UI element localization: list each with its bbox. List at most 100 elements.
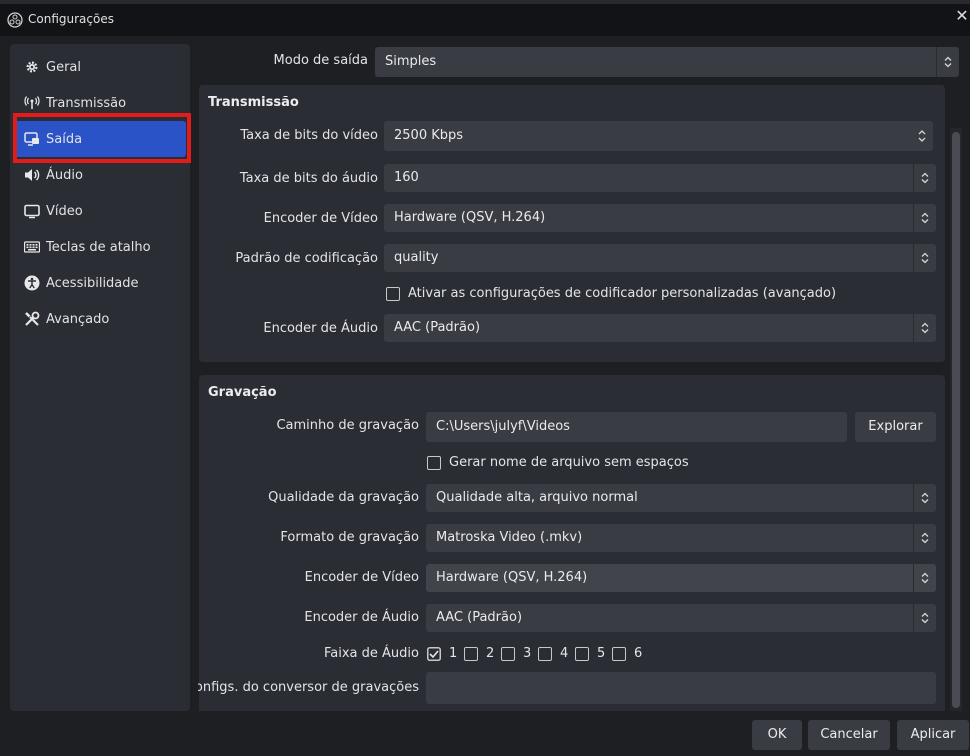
rec-audio-encoder-select[interactable]: AAC (Padrão) bbox=[426, 604, 936, 632]
audio-track-4-label: 4 bbox=[560, 646, 569, 661]
ok-button[interactable]: OK bbox=[752, 720, 802, 750]
chevron-updown-icon bbox=[913, 164, 936, 192]
audio-track-5-checkbox[interactable] bbox=[575, 647, 589, 661]
speaker-icon bbox=[24, 167, 40, 183]
title-bar: Configurações ✕ bbox=[0, 0, 970, 36]
sidebar-item-avancado[interactable]: Avançado bbox=[14, 301, 186, 337]
settings-content: Modo de saída Simples Transmissão Taxa d… bbox=[198, 44, 962, 711]
no-spaces-checkbox[interactable] bbox=[427, 456, 441, 470]
custom-encoder-label: Ativar as configurações de codificador p… bbox=[408, 286, 837, 301]
gear-icon bbox=[24, 59, 40, 75]
sidebar-item-label: Teclas de atalho bbox=[46, 239, 151, 255]
rec-audio-encoder-value: AAC (Padrão) bbox=[436, 610, 523, 625]
audio-track-5-label: 5 bbox=[597, 646, 606, 661]
encoder-preset-label: Padrão de codificação bbox=[235, 251, 378, 266]
chevron-updown-icon bbox=[913, 604, 936, 632]
sidebar-item-label: Transmissão bbox=[46, 95, 127, 111]
sidebar-item-video[interactable]: Vídeo bbox=[14, 193, 186, 229]
stream-audio-encoder-label: Encoder de Áudio bbox=[263, 321, 378, 336]
stream-audio-encoder-value: AAC (Padrão) bbox=[394, 320, 481, 335]
recording-quality-select[interactable]: Qualidade alta, arquivo normal bbox=[426, 484, 936, 512]
output-mode-select[interactable]: Simples bbox=[375, 47, 959, 77]
chevron-updown-icon bbox=[913, 484, 936, 512]
recording-path-input[interactable]: C:\Users\julyf\Videos bbox=[426, 412, 847, 442]
recording-path-value: C:\Users\julyf\Videos bbox=[436, 419, 570, 434]
audio-track-3-checkbox[interactable] bbox=[501, 647, 515, 661]
sidebar-item-transmissao[interactable]: Transmissão bbox=[14, 85, 186, 121]
encoder-preset-value: quality bbox=[394, 250, 439, 265]
audio-track-1-checkbox[interactable] bbox=[427, 647, 441, 661]
chevron-updown-icon bbox=[913, 564, 936, 592]
sidebar-item-label: Saída bbox=[46, 131, 83, 147]
tools-icon bbox=[24, 311, 40, 327]
stream-video-encoder-select[interactable]: Hardware (QSV, H.264) bbox=[384, 204, 936, 232]
rec-video-encoder-label: Encoder de Vídeo bbox=[304, 570, 419, 585]
sidebar-item-acessibilidade[interactable]: Acessibilidade bbox=[14, 265, 186, 301]
audio-bitrate-select[interactable]: 160 bbox=[384, 164, 936, 192]
chevron-updown-icon bbox=[913, 314, 936, 342]
stream-video-encoder-label: Encoder de Vídeo bbox=[263, 211, 378, 226]
audio-track-3-label: 3 bbox=[523, 646, 532, 661]
rec-video-encoder-select[interactable]: Hardware (QSV, H.264) bbox=[426, 564, 936, 592]
sidebar-item-audio[interactable]: Áudio bbox=[14, 157, 186, 193]
stream-audio-encoder-select[interactable]: AAC (Padrão) bbox=[384, 314, 936, 342]
window-title: Configurações bbox=[28, 12, 114, 26]
sidebar-item-label: Vídeo bbox=[46, 203, 83, 219]
streaming-panel: Transmissão Taxa de bits do vídeo 2500 K… bbox=[199, 85, 945, 362]
audio-bitrate-value: 160 bbox=[394, 170, 419, 185]
video-bitrate-value: 2500 Kbps bbox=[394, 128, 464, 143]
stream-video-encoder-value: Hardware (QSV, H.264) bbox=[394, 210, 546, 225]
recording-format-select[interactable]: Matroska Video (.mkv) bbox=[426, 524, 936, 552]
sidebar-item-geral[interactable]: Geral bbox=[14, 49, 186, 85]
no-spaces-label: Gerar nome de arquivo sem espaços bbox=[449, 455, 689, 470]
keyboard-icon bbox=[24, 239, 40, 255]
sidebar-item-label: Acessibilidade bbox=[46, 275, 139, 291]
chevron-updown-icon bbox=[936, 47, 959, 77]
chevron-updown-icon bbox=[913, 524, 936, 552]
browse-button[interactable]: Explorar bbox=[855, 412, 936, 442]
sidebar-item-label: Geral bbox=[46, 59, 81, 75]
video-bitrate-label: Taxa de bits do vídeo bbox=[240, 128, 378, 143]
custom-encoder-checkbox[interactable] bbox=[386, 287, 400, 301]
spin-arrows-icon[interactable] bbox=[911, 121, 933, 151]
remux-input[interactable] bbox=[426, 672, 936, 704]
sidebar-item-saida[interactable]: Saída bbox=[14, 121, 186, 157]
output-mode-value: Simples bbox=[385, 54, 437, 69]
recording-format-value: Matroska Video (.mkv) bbox=[436, 530, 583, 545]
audio-track-label: Faixa de Áudio bbox=[324, 646, 419, 661]
chevron-updown-icon bbox=[913, 244, 936, 272]
output-icon bbox=[24, 131, 40, 147]
cancel-button[interactable]: Cancelar bbox=[808, 720, 890, 750]
checkmark-icon bbox=[427, 647, 441, 661]
rec-video-encoder-value: Hardware (QSV, H.264) bbox=[436, 570, 588, 585]
sidebar-item-teclas-de-atalho[interactable]: Teclas de atalho bbox=[14, 229, 186, 265]
recording-quality-label: Qualidade da gravação bbox=[268, 490, 419, 505]
video-bitrate-spinbox[interactable]: 2500 Kbps bbox=[384, 121, 933, 151]
recording-quality-value: Qualidade alta, arquivo normal bbox=[436, 490, 638, 505]
remux-label: Configs. do conversor de gravações bbox=[198, 680, 419, 695]
audio-track-1-label: 1 bbox=[449, 646, 458, 661]
output-mode-label: Modo de saída bbox=[273, 53, 368, 68]
settings-sidebar: Geral Transmissão Saída Áudio Vídeo Tecl… bbox=[10, 44, 190, 711]
accessibility-icon bbox=[24, 275, 40, 291]
audio-track-2-checkbox[interactable] bbox=[464, 647, 478, 661]
audio-track-2-label: 2 bbox=[486, 646, 495, 661]
audio-track-6-checkbox[interactable] bbox=[612, 647, 626, 661]
scrollbar-thumb[interactable] bbox=[952, 132, 960, 708]
sidebar-item-label: Áudio bbox=[46, 167, 83, 183]
obs-logo-icon bbox=[7, 12, 23, 28]
sidebar-item-label: Avançado bbox=[46, 311, 110, 327]
close-icon[interactable]: ✕ bbox=[954, 8, 970, 24]
audio-track-6-label: 6 bbox=[634, 646, 643, 661]
recording-panel-title: Gravação bbox=[208, 385, 277, 400]
audio-bitrate-label: Taxa de bits do áudio bbox=[239, 171, 378, 186]
apply-button[interactable]: Aplicar bbox=[897, 720, 969, 750]
rec-audio-encoder-label: Encoder de Áudio bbox=[304, 610, 419, 625]
chevron-updown-icon bbox=[913, 204, 936, 232]
monitor-icon bbox=[24, 203, 40, 219]
streaming-panel-title: Transmissão bbox=[208, 95, 299, 110]
recording-panel: Gravação Caminho de gravação C:\Users\ju… bbox=[198, 375, 945, 711]
encoder-preset-select[interactable]: quality bbox=[384, 244, 936, 272]
content-scrollbar[interactable] bbox=[950, 128, 962, 711]
audio-track-4-checkbox[interactable] bbox=[538, 647, 552, 661]
